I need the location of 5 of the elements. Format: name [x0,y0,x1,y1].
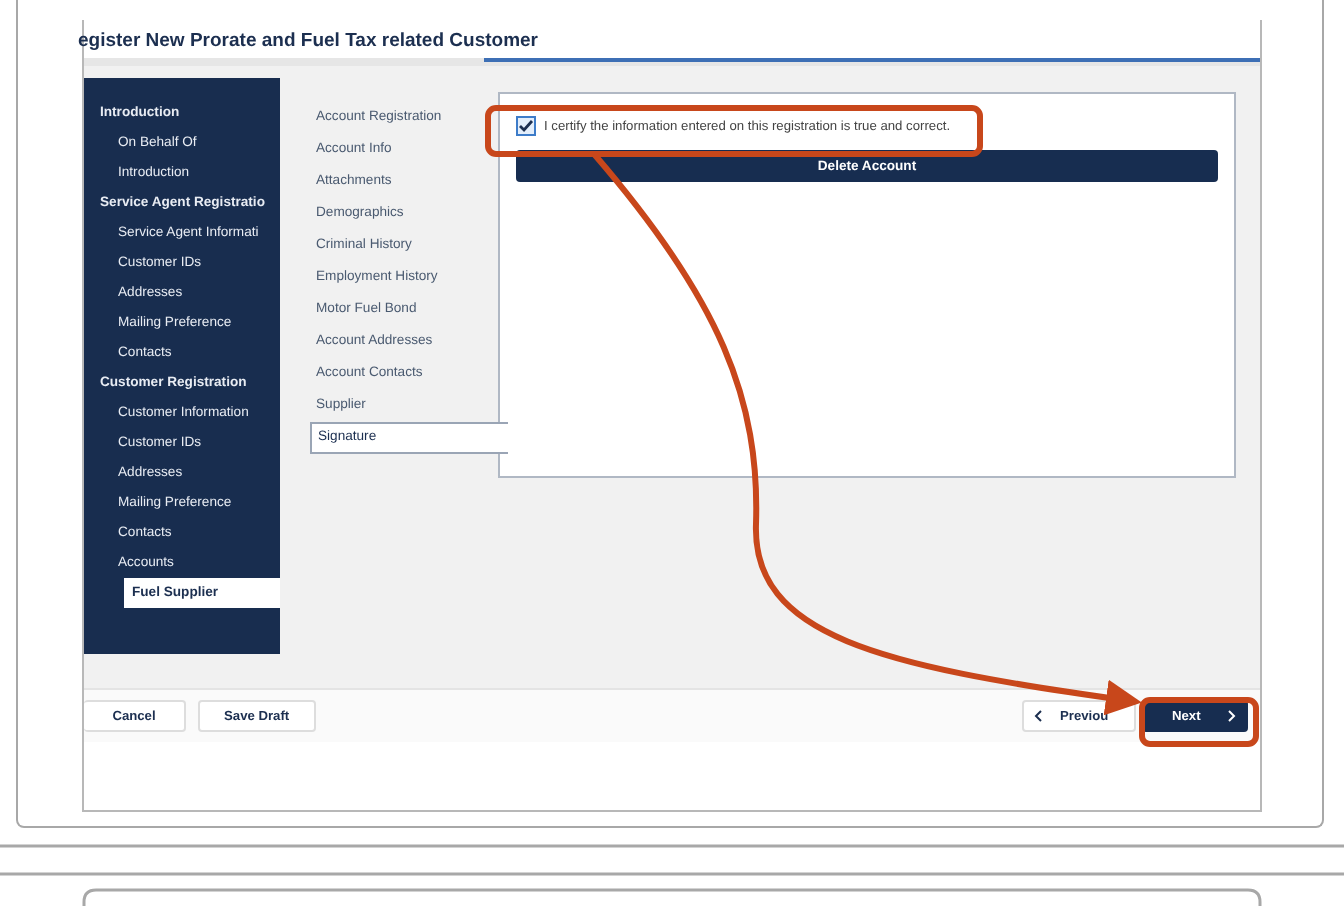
window-title: egister New Prorate and Fuel Tax related Customer [78,30,539,52]
chevron-left-icon [1034,710,1042,722]
chevron-right-icon [1228,710,1236,722]
highlight-frame [1139,697,1259,747]
checkbox[interactable] [516,116,536,136]
